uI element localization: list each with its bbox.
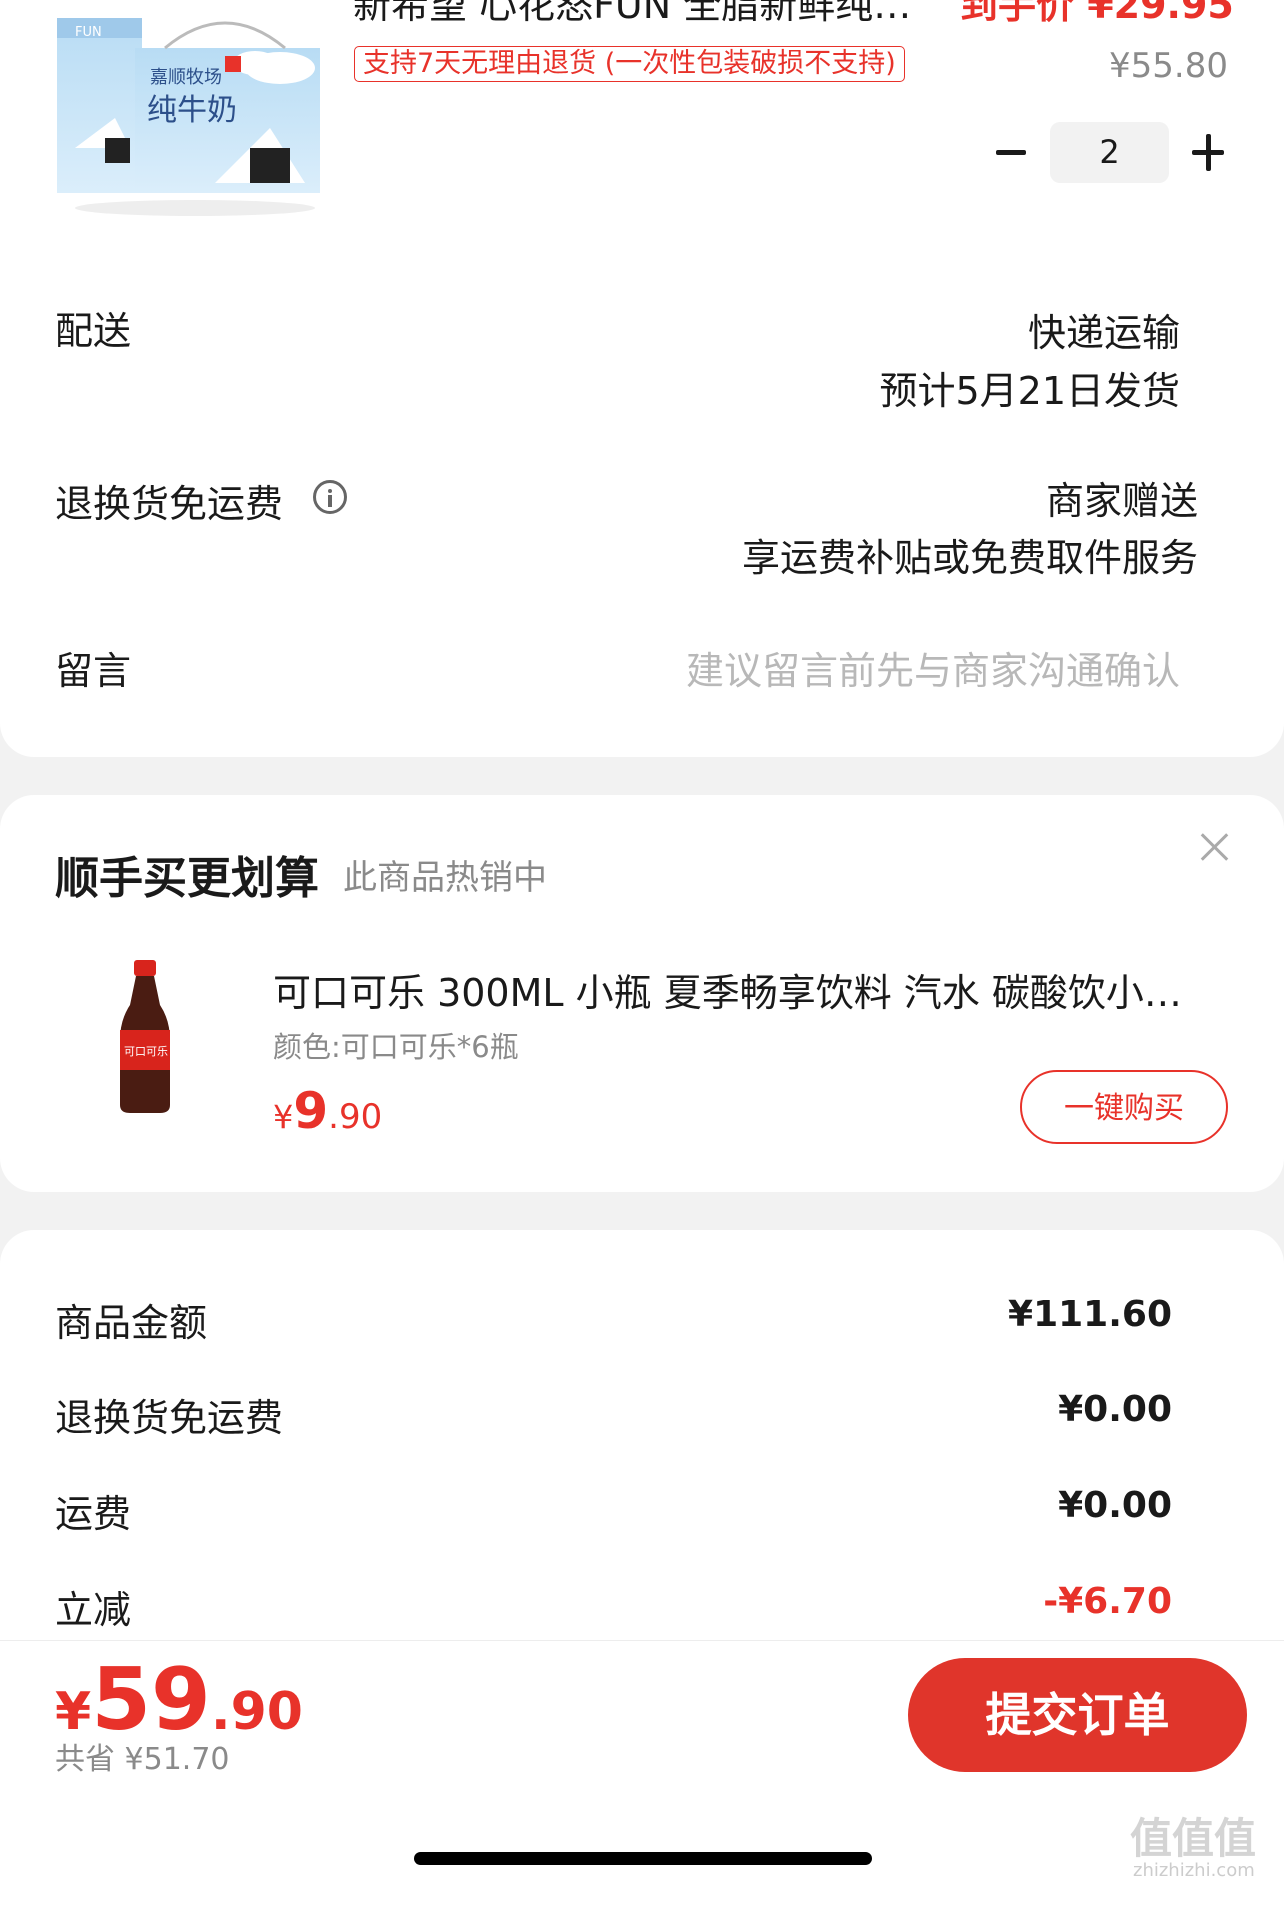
delivery-label: 配送 — [55, 309, 132, 353]
one-click-buy-button[interactable]: 一键购买 — [1020, 1070, 1228, 1144]
upsell-item-variant: 颜色:可口可乐*6瓶 — [273, 1030, 519, 1064]
price-decimal: .90 — [210, 1682, 303, 1742]
watermark-url: zhizhizhi.com — [1133, 1860, 1255, 1881]
summary-label-subtotal: 商品金额 — [55, 1301, 208, 1345]
submit-order-button[interactable]: 提交订单 — [908, 1658, 1247, 1772]
svg-text:纯牛奶: 纯牛奶 — [147, 93, 237, 128]
upsell-subtitle: 此商品热销中 — [343, 858, 547, 898]
upsell-item-title[interactable]: 可口可乐 300ML 小瓶 夏季畅享饮料 汽水 碳酸饮小瓶装 — [273, 962, 1218, 1017]
message-input[interactable]: 建议留言前先与商家沟通确认 — [686, 640, 1180, 695]
delivery-estimate: 预计5月21日发货 — [879, 369, 1180, 413]
return-shipping-provider: 商家赠送 — [1045, 479, 1198, 523]
cola-product-image[interactable]: 可口可乐 — [110, 960, 180, 1115]
return-shipping-label: 退换货免运费 — [55, 482, 284, 526]
svg-text:嘉顺牧场: 嘉顺牧场 — [150, 67, 222, 88]
return-policy-tag: 支持7天无理由退货 (一次性包装破损不支持) — [354, 46, 905, 82]
product-title[interactable]: 新希望 心花怒FUN 全脂新鲜纯牛奶 — [353, 0, 913, 29]
info-icon[interactable] — [313, 480, 347, 514]
home-indicator[interactable] — [414, 1852, 872, 1865]
quantity-increase-button[interactable] — [1190, 130, 1226, 176]
quantity-input[interactable]: 2 — [1050, 122, 1169, 183]
total-savings: 共省 ¥51.70 — [55, 1742, 230, 1777]
summary-label-return-shipping: 退换货免运费 — [55, 1396, 284, 1440]
return-shipping-detail: 享运费补贴或免费取件服务 — [741, 536, 1198, 580]
currency-symbol: ¥ — [273, 1098, 294, 1136]
currency-symbol: ¥ — [55, 1682, 92, 1742]
watermark-logo: 值值值 — [1130, 1814, 1257, 1863]
summary-value-return-shipping: ¥0.00 — [1058, 1389, 1172, 1430]
upsell-title: 顺手买更划算 — [55, 853, 319, 904]
summary-label-shipping: 运费 — [55, 1492, 132, 1536]
svg-text:FUN: FUN — [75, 25, 102, 40]
milk-product-image[interactable]: FUN 嘉顺牧场 纯牛奶 — [55, 8, 330, 218]
quantity-decrease-button[interactable] — [992, 128, 1028, 174]
summary-value-subtotal: ¥111.60 — [1008, 1294, 1172, 1335]
message-label: 留言 — [55, 649, 132, 693]
summary-label-discount: 立减 — [55, 1588, 132, 1632]
summary-value-discount: -¥6.70 — [1043, 1581, 1172, 1622]
product-original-price: ¥55.80 — [1109, 46, 1228, 86]
price-decimal: .90 — [328, 1097, 383, 1137]
svg-text:可口可乐: 可口可乐 — [124, 1045, 168, 1058]
summary-value-shipping: ¥0.00 — [1058, 1485, 1172, 1526]
price-integer: 9 — [293, 1082, 329, 1140]
delivery-method[interactable]: 快递运输 — [1028, 302, 1180, 357]
close-icon[interactable] — [1198, 829, 1232, 863]
upsell-item-price: ¥9.90 — [273, 1082, 382, 1140]
product-final-price: 到手价 ¥29.95 — [960, 0, 1234, 27]
